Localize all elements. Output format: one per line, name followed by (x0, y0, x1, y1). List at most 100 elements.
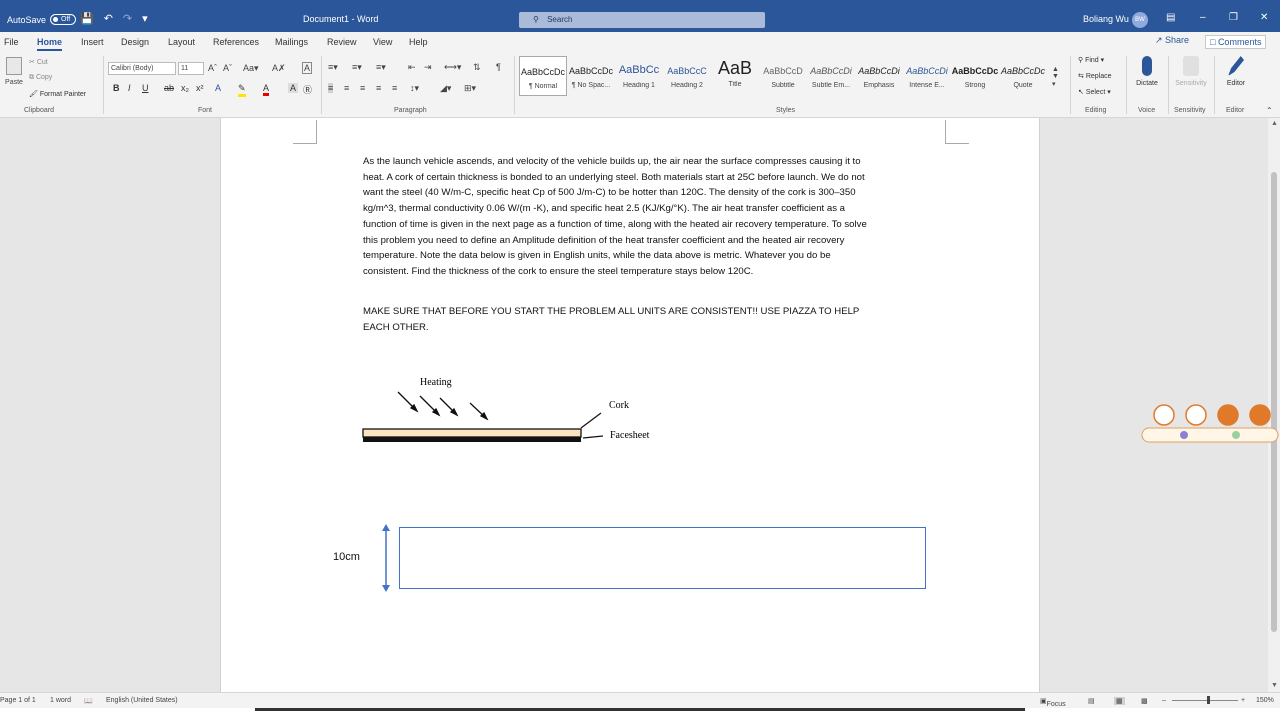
zoom-slider[interactable] (1172, 700, 1238, 701)
language-indicator[interactable]: English (United States) (106, 697, 178, 704)
numbering-icon[interactable]: ≡▾ (352, 62, 362, 73)
tab-layout[interactable]: Layout (168, 37, 195, 47)
tab-home[interactable]: Home (37, 37, 63, 51)
sensitivity-button[interactable]: Sensitivity (1171, 56, 1211, 87)
borders-icon[interactable]: ⊞▾ (464, 83, 476, 94)
decrease-indent-icon[interactable]: ⇤ (408, 62, 416, 73)
zoom-out-icon[interactable]: – (1162, 697, 1166, 704)
style-quote[interactable]: AaBbCcDc Quote (999, 56, 1047, 96)
highlight-icon[interactable]: ✎ (238, 83, 246, 97)
text-effects-icon[interactable]: A (215, 83, 221, 93)
justify-icon[interactable]: ≡ (376, 83, 381, 93)
style-heading-1[interactable]: AaBbCc Heading 1 (615, 56, 663, 96)
save-icon[interactable]: 💾 (80, 12, 94, 25)
autosave-toggle[interactable]: AutoSave Off (7, 14, 77, 25)
style-subtle-emphasis[interactable]: AaBbCcDi Subtle Em... (807, 56, 855, 96)
tab-review[interactable]: Review (327, 37, 357, 47)
style-heading-2[interactable]: AaBbCcC Heading 2 (663, 56, 711, 96)
scroll-up-icon[interactable]: ▲ (1271, 120, 1278, 127)
char-shading-icon[interactable]: A (288, 83, 299, 93)
comments-button[interactable]: □ Comments (1205, 35, 1267, 49)
tab-design[interactable]: Design (121, 37, 149, 47)
show-marks-icon[interactable]: ¶ (496, 62, 501, 72)
autosave-switch[interactable]: Off (50, 14, 77, 25)
sort-icon[interactable]: ⇅ (473, 62, 481, 73)
font-color-icon[interactable]: A (263, 83, 270, 96)
bold-icon[interactable]: B (113, 83, 120, 93)
find-button[interactable]: ⚲ Find ▾ (1078, 56, 1104, 64)
distributed-icon[interactable]: ≡ (392, 83, 397, 93)
tab-references[interactable]: References (213, 37, 259, 47)
zoom-level[interactable]: 150% (1256, 697, 1274, 704)
zoom-in-icon[interactable]: + (1241, 697, 1245, 704)
customize-qat-icon[interactable]: ▾ (142, 12, 148, 25)
format-painter-button[interactable]: 🖌 Format Painter (29, 90, 86, 98)
shrink-font-icon[interactable]: Aˇ (223, 63, 232, 73)
share-button[interactable]: ↗ Share (1155, 35, 1189, 46)
collapse-ribbon-icon[interactable]: ⌃ (1266, 106, 1273, 115)
underline-icon[interactable]: U (142, 83, 149, 93)
minimize-icon[interactable]: – (1200, 12, 1206, 23)
enclose-char-icon[interactable]: Ⓡ (303, 83, 312, 96)
ribbon-display-icon[interactable]: ▤ (1166, 12, 1175, 23)
align-center-icon[interactable]: ≡ (344, 83, 349, 93)
restore-icon[interactable]: ❐ (1229, 12, 1238, 23)
floating-character-widget[interactable] (1140, 402, 1280, 446)
user-name[interactable]: Boliang Wu (1083, 14, 1129, 24)
change-case-icon[interactable]: Aa▾ (243, 63, 259, 74)
align-left-icon[interactable]: ≡ (328, 83, 334, 93)
line-spacing-icon[interactable]: ↕▾ (410, 83, 419, 94)
tab-file[interactable]: File (4, 37, 19, 47)
grow-font-icon[interactable]: Aˆ (208, 63, 217, 73)
style-no-spacing[interactable]: AaBbCcDc ¶ No Spac... (567, 56, 615, 96)
problem-paragraph[interactable]: As the launch vehicle ascends, and veloc… (363, 154, 875, 280)
font-size-select[interactable]: 11 (178, 62, 204, 75)
redo-icon[interactable]: ↷ (123, 12, 132, 25)
style-intense-emphasis[interactable]: AaBbCcDi Intense E... (903, 56, 951, 96)
replace-button[interactable]: ⇆ Replace (1078, 72, 1112, 80)
style-emphasis[interactable]: AaBbCcDi Emphasis (855, 56, 903, 96)
shading-icon[interactable]: ◢▾ (440, 83, 451, 94)
multilevel-list-icon[interactable]: ≡▾ (376, 62, 386, 73)
increase-indent-icon[interactable]: ⇥ (424, 62, 432, 73)
word-count[interactable]: 1 word (50, 697, 71, 704)
cut-button[interactable]: ✂ Cut (29, 58, 48, 66)
search-box[interactable]: ⚲ Search (519, 12, 765, 28)
subscript-icon[interactable]: x₂ (181, 83, 189, 93)
copy-button[interactable]: ⧉ Copy (29, 74, 52, 82)
style-title[interactable]: AaB Title (711, 56, 759, 96)
style-strong[interactable]: AaBbCcDc Strong (951, 56, 999, 96)
close-icon[interactable]: ✕ (1260, 12, 1268, 23)
superscript-icon[interactable]: x² (196, 83, 204, 93)
align-right-icon[interactable]: ≡ (360, 83, 365, 93)
dictate-button[interactable]: Dictate (1127, 56, 1167, 87)
tab-help[interactable]: Help (409, 37, 428, 47)
web-layout-icon[interactable]: ▩ (1141, 697, 1148, 705)
zoom-slider-thumb[interactable] (1207, 696, 1210, 704)
page-count[interactable]: Page 1 of 1 (0, 697, 36, 704)
style-normal[interactable]: AaBbCcDc ¶ Normal (519, 56, 567, 96)
tab-view[interactable]: View (373, 37, 392, 47)
asian-layout-icon[interactable]: ⟷▾ (444, 62, 461, 73)
paste-button[interactable]: Paste (3, 57, 25, 93)
tab-insert[interactable]: Insert (81, 37, 104, 47)
scroll-down-icon[interactable]: ▼ (1271, 682, 1278, 689)
style-subtitle[interactable]: AaBbCcD Subtitle (759, 56, 807, 96)
styles-scroll-icon[interactable]: ▲ ▼ ▾ (1052, 66, 1059, 88)
avatar[interactable]: BW (1132, 12, 1148, 28)
font-name-select[interactable]: Calibri (Body) (108, 62, 176, 75)
select-button[interactable]: ↖ Select ▾ (1078, 88, 1111, 96)
bullets-icon[interactable]: ≡▾ (328, 62, 338, 73)
rectangle-shape[interactable] (399, 527, 926, 589)
proofing-icon[interactable]: 📖 (84, 697, 93, 705)
editor-button[interactable]: Editor (1216, 56, 1256, 87)
tab-mailings[interactable]: Mailings (275, 37, 308, 47)
document-page[interactable]: As the launch vehicle ascends, and veloc… (220, 118, 1040, 692)
clear-format-icon[interactable]: A✗ (272, 63, 286, 74)
char-border-icon[interactable]: A (302, 62, 313, 74)
read-mode-icon[interactable]: ▤ (1088, 697, 1095, 705)
italic-icon[interactable]: I (128, 83, 131, 93)
units-warning-paragraph[interactable]: MAKE SURE THAT BEFORE YOU START THE PROB… (363, 304, 875, 335)
strikethrough-icon[interactable]: ab (164, 83, 174, 93)
undo-icon[interactable]: ↶ (104, 12, 113, 25)
